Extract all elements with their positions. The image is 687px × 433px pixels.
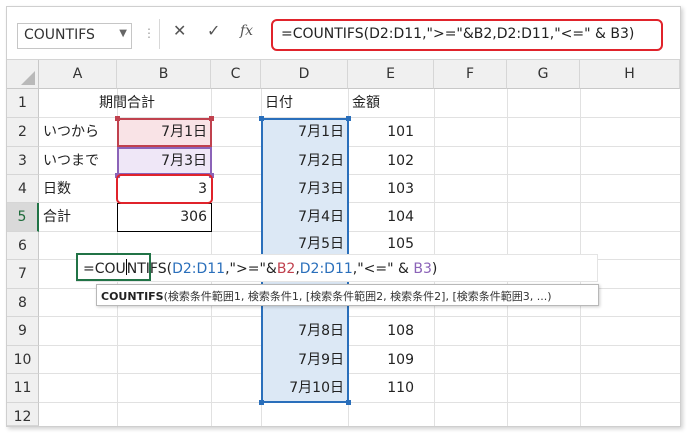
cell-e3[interactable]: 102 xyxy=(348,147,434,175)
row-header-10[interactable]: 10 xyxy=(7,346,39,374)
column-header-d[interactable]: D xyxy=(261,60,348,89)
row-header-11[interactable]: 11 xyxy=(7,374,39,403)
tooltip-function-name[interactable]: COUNTIFS xyxy=(101,290,164,303)
formula-part: NTIFS( xyxy=(126,261,173,277)
name-box[interactable]: COUNTIFS ▼ xyxy=(17,23,132,49)
column-header-a[interactable]: A xyxy=(39,60,117,89)
row-header-4[interactable]: 4 xyxy=(7,175,39,203)
row-header-3[interactable]: 3 xyxy=(7,147,39,175)
formula-ref-b3: B3 xyxy=(413,261,432,277)
cell-b3[interactable]: 7月3日 xyxy=(117,147,211,175)
select-all-corner[interactable] xyxy=(7,60,39,89)
cell-e2[interactable]: 101 xyxy=(348,118,434,147)
cell-a2[interactable]: いつから xyxy=(39,118,117,147)
formula-part: ,"<=" & xyxy=(352,261,414,277)
cell-a4[interactable]: 日数 xyxy=(39,175,117,203)
insert-function-icon[interactable]: fx xyxy=(240,23,253,39)
row-header-7[interactable]: 7 xyxy=(7,260,39,289)
function-tooltip: COUNTIFS(検索条件範囲1, 検索条件1, [検索条件範囲2, 検索条件2… xyxy=(96,284,599,306)
formula-ref-d2-d11: D2:D11 xyxy=(299,261,353,277)
column-header-g[interactable]: G xyxy=(507,60,580,89)
cell-d2[interactable]: 7月1日 xyxy=(261,118,348,147)
name-box-value: COUNTIFS xyxy=(24,27,95,43)
cell-e1[interactable]: 金額 xyxy=(348,89,434,118)
cell-e9[interactable]: 108 xyxy=(348,317,434,346)
cell-e5[interactable]: 104 xyxy=(348,203,434,232)
cell-b2[interactable]: 7月1日 xyxy=(117,118,211,147)
excel-window: COUNTIFS ▼ ⋮ ✕ ✓ fx =COUNTIFS(D2:D11,">=… xyxy=(6,6,681,427)
formula-ref-d2-d11: D2:D11 xyxy=(172,261,226,277)
row-header-6[interactable]: 6 xyxy=(7,232,39,260)
cell-b5[interactable]: 306 xyxy=(117,203,211,232)
cell-d1[interactable]: 日付 xyxy=(261,89,348,118)
row-header-8[interactable]: 8 xyxy=(7,289,39,317)
cell-e10[interactable]: 109 xyxy=(348,346,434,374)
row-header-2[interactable]: 2 xyxy=(7,118,39,147)
column-header-b[interactable]: B xyxy=(117,60,211,89)
cell-a5[interactable]: 合計 xyxy=(39,203,117,232)
in-cell-formula: =COUNTIFS(D2:D11,">="&B2,D2:D11,"<=" & B… xyxy=(83,259,437,277)
column-header-f[interactable]: F xyxy=(434,60,507,89)
formula-bar-divider xyxy=(159,19,160,49)
formula-text: =COUNTIFS(D2:D11,">="&B2,D2:D11,"<=" & B… xyxy=(281,26,635,42)
formula-part: ) xyxy=(431,261,438,277)
cancel-icon[interactable]: ✕ xyxy=(173,21,186,40)
row-header-12[interactable]: 12 xyxy=(7,403,39,426)
formula-bar: COUNTIFS ▼ ⋮ ✕ ✓ fx =COUNTIFS(D2:D11,">=… xyxy=(7,7,680,60)
cell-d5[interactable]: 7月4日 xyxy=(261,203,348,232)
formula-part: ,">="& xyxy=(225,261,277,277)
cell-d11[interactable]: 7月10日 xyxy=(261,374,348,403)
in-cell-editor[interactable]: =COUNTIFS(D2:D11,">="&B2,D2:D11,"<=" & B… xyxy=(76,253,598,282)
column-header-e[interactable]: E xyxy=(348,60,434,89)
column-header-h[interactable]: H xyxy=(580,60,680,89)
row-header-9[interactable]: 9 xyxy=(7,317,39,346)
cell-d6[interactable]: 7月5日 xyxy=(261,232,348,254)
cell-a1-b1[interactable]: 期間合計 xyxy=(99,89,193,118)
formula-input[interactable]: =COUNTIFS(D2:D11,">="&B2,D2:D11,"<=" & B… xyxy=(271,19,663,51)
cell-d4[interactable]: 7月3日 xyxy=(261,175,348,203)
cell-e6[interactable]: 105 xyxy=(348,232,434,254)
cell-e4[interactable]: 103 xyxy=(348,175,434,203)
cell-a3[interactable]: いつまで xyxy=(39,147,117,175)
cell-b4[interactable]: 3 xyxy=(117,175,211,203)
column-header-c[interactable]: C xyxy=(211,60,261,89)
cell-d9[interactable]: 7月8日 xyxy=(261,317,348,346)
cell-d10[interactable]: 7月9日 xyxy=(261,346,348,374)
formula-part: =COU xyxy=(83,261,126,277)
formula-ref-b2: B2 xyxy=(276,261,296,277)
tooltip-arguments: (検索条件範囲1, 検索条件1, [検索条件範囲2, 検索条件2], [検索条件… xyxy=(163,290,552,303)
enter-check-icon[interactable]: ✓ xyxy=(207,21,220,40)
row-header-1[interactable]: 1 xyxy=(7,89,39,118)
row-header-5[interactable]: 5 xyxy=(7,203,39,232)
cell-d3[interactable]: 7月2日 xyxy=(261,147,348,175)
grip-icon: ⋮ xyxy=(143,26,156,40)
cell-e11[interactable]: 110 xyxy=(348,374,434,403)
chevron-down-icon[interactable]: ▼ xyxy=(119,28,127,39)
